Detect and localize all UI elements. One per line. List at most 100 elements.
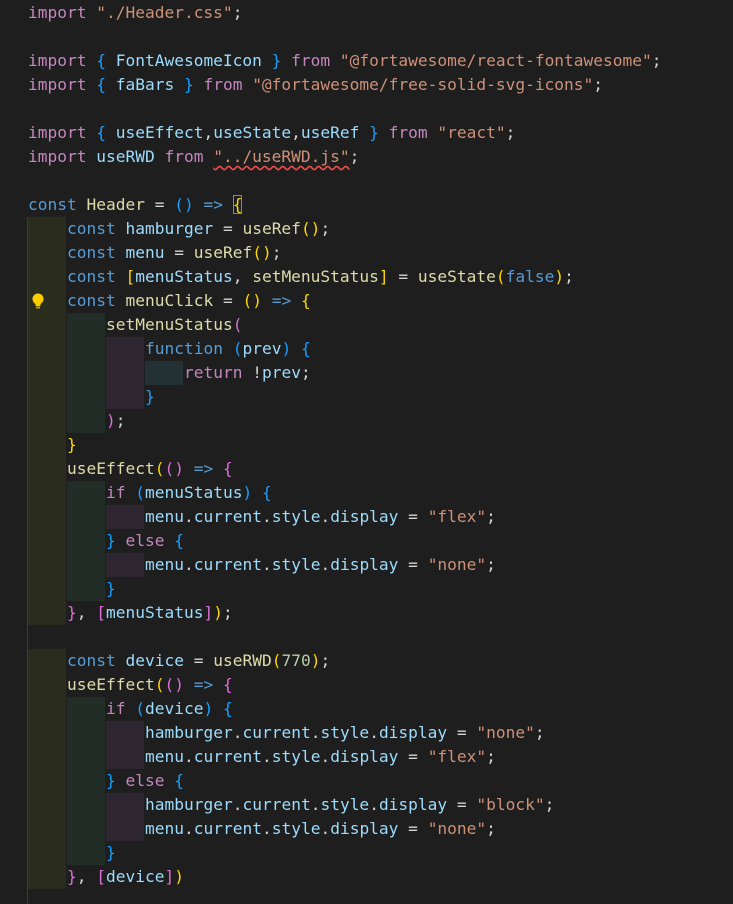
code-token: { [174,531,184,550]
code-token: const [67,267,116,286]
code-editor[interactable]: import "./Header.css"; import { FontAweso… [0,0,733,904]
code-token: { [222,675,233,694]
code-token: } [369,123,379,142]
code-token: current [242,723,311,742]
code-token: = [388,267,418,286]
code-token: ; [300,363,311,382]
code-token: ) [242,483,253,502]
code-token: { [222,459,233,478]
code-token: FontAwesomeIcon [105,51,272,70]
code-token: if [106,483,126,502]
code-token: . [183,555,194,574]
code-token: ; [486,555,496,574]
code-line: hamburger.current.style.display = "none"… [0,721,733,745]
code-token: = [447,723,477,742]
code-token: , [232,267,253,286]
code-token: "@fortawesome/free-solid-svg-icons" [252,75,594,94]
code-token: else [125,771,165,790]
code-token: function [145,339,223,358]
code-token: ] [378,267,389,286]
code-token: ( [154,459,165,478]
code-token: ; [486,747,496,766]
code-line-content: menu.current.style.display = "flex"; [145,745,496,769]
code-token: () [242,291,262,310]
code-line-content: hamburger.current.style.display = "none"… [145,721,545,745]
code-token: => [203,195,223,214]
code-token: ; [271,243,282,262]
code-line: } else { [0,529,733,553]
code-line: import { FontAwesomeIcon } from "@fortaw… [0,49,733,73]
code-token: menu [145,747,184,766]
code-token: ) [203,699,214,718]
code-line: const [menuStatus, setMenuStatus] = useS… [0,265,733,289]
code-token: style [271,507,321,526]
code-token: . [261,555,272,574]
code-token: ) [174,867,184,886]
code-token: ; [505,123,516,142]
code-token: useEffect [67,459,155,478]
code-line-content: menu.current.style.display = "flex"; [145,505,496,529]
code-token: , [76,867,97,886]
code-line-content: ); [106,409,126,433]
code-line-content: } [145,385,155,409]
code-line: useEffect(() => { [0,673,733,697]
code-line: menu.current.style.display = "flex"; [0,745,733,769]
code-token: . [232,795,243,814]
code-token: . [261,507,272,526]
code-line: }, [menuStatus]); [0,601,733,625]
code-token: () [164,675,184,694]
code-token: style [271,747,321,766]
code-token: false [505,267,555,286]
code-line: } [0,841,733,865]
code-line: if (device) { [0,697,733,721]
code-line: menu.current.style.display = "none"; [0,817,733,841]
code-line: const Header = () => { [0,193,733,217]
code-token: Header [86,195,145,214]
code-token: . [310,723,321,742]
code-line: ); [0,409,733,433]
code-line-content: menu.current.style.display = "none"; [145,553,496,577]
code-token: = [164,243,194,262]
code-token: } [67,603,77,622]
code-line: menu.current.style.display = "none"; [0,553,733,577]
code-token: hamburger [125,219,214,238]
code-line: const device = useRWD(770); [0,649,733,673]
code-line: import { faBars } from "@fortawesome/fre… [0,73,733,97]
code-token: current [242,795,311,814]
code-line-content: function (prev) { [145,337,311,361]
code-token: () [174,195,194,214]
code-token: => [193,675,214,694]
code-token: prev [242,339,282,358]
code-line: const hamburger = useRef(); [0,217,733,241]
code-token: menuStatus [135,267,233,286]
code-token: display [378,723,448,742]
code-token: display [330,555,399,574]
code-token: ( [271,651,282,670]
code-token: ; [651,51,662,70]
lightbulb-icon[interactable] [31,293,45,309]
code-line-content: import "./Header.css"; [28,1,242,25]
code-token: ; [320,651,331,670]
code-token: "react" [437,123,506,142]
code-line-content: const Header = () => { [28,193,243,217]
code-token: } [145,387,155,406]
code-token: { [232,195,243,214]
code-token: from [388,123,428,142]
code-token: { [96,123,106,142]
code-token: style [320,795,370,814]
code-token: useRWD [96,147,155,166]
code-token: = [398,555,428,574]
code-line-content: } [106,841,116,865]
code-token: useState [417,267,496,286]
code-token: . [261,819,272,838]
